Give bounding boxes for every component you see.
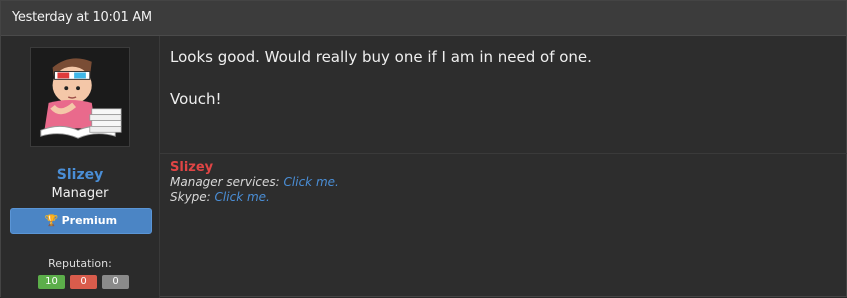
post-text-line: Looks good. Would really buy one if I am… [170, 48, 592, 66]
reputation-neutral[interactable]: 0 [102, 275, 129, 289]
skype-link[interactable]: Click me. [215, 190, 270, 204]
post-body: Looks good. Would really buy one if I am… [170, 47, 840, 131]
post-timestamp[interactable]: Yesterday at 10:01 AM [12, 10, 152, 25]
reputation-negative[interactable]: 0 [70, 275, 97, 289]
signature: Slizey Manager services: Click me. Skype… [170, 160, 339, 205]
premium-label: Premium [61, 214, 118, 227]
services-link[interactable]: Click me. [284, 175, 339, 189]
avatar-image [31, 48, 129, 146]
signature-divider [160, 153, 847, 154]
forum-post: Yesterday at 10:01 AM Slizey Manager 🏆 P… [0, 0, 847, 298]
trophy-icon: 🏆 [44, 214, 59, 227]
reputation-positive[interactable]: 10 [38, 275, 65, 289]
post-header: Yesterday at 10:01 AM [1, 1, 846, 36]
user-role: Manager [51, 186, 109, 201]
user-sidebar: Slizey Manager 🏆 Premium Reputation: 10 0… [1, 36, 160, 298]
username[interactable]: Slizey [1, 167, 159, 183]
post-text-line: Vouch! [170, 90, 222, 108]
reputation-counts: 10 0 0 [38, 275, 129, 290]
signature-skype-line: Skype: Click me. [170, 190, 339, 205]
services-label: Manager services: [170, 175, 280, 189]
premium-badge[interactable]: 🏆 Premium [10, 208, 152, 234]
skype-label: Skype: [170, 190, 211, 204]
avatar[interactable] [30, 47, 130, 147]
reputation-label: Reputation: [48, 257, 112, 270]
signature-name: Slizey [170, 160, 214, 175]
signature-services-line: Manager services: Click me. [170, 175, 339, 190]
